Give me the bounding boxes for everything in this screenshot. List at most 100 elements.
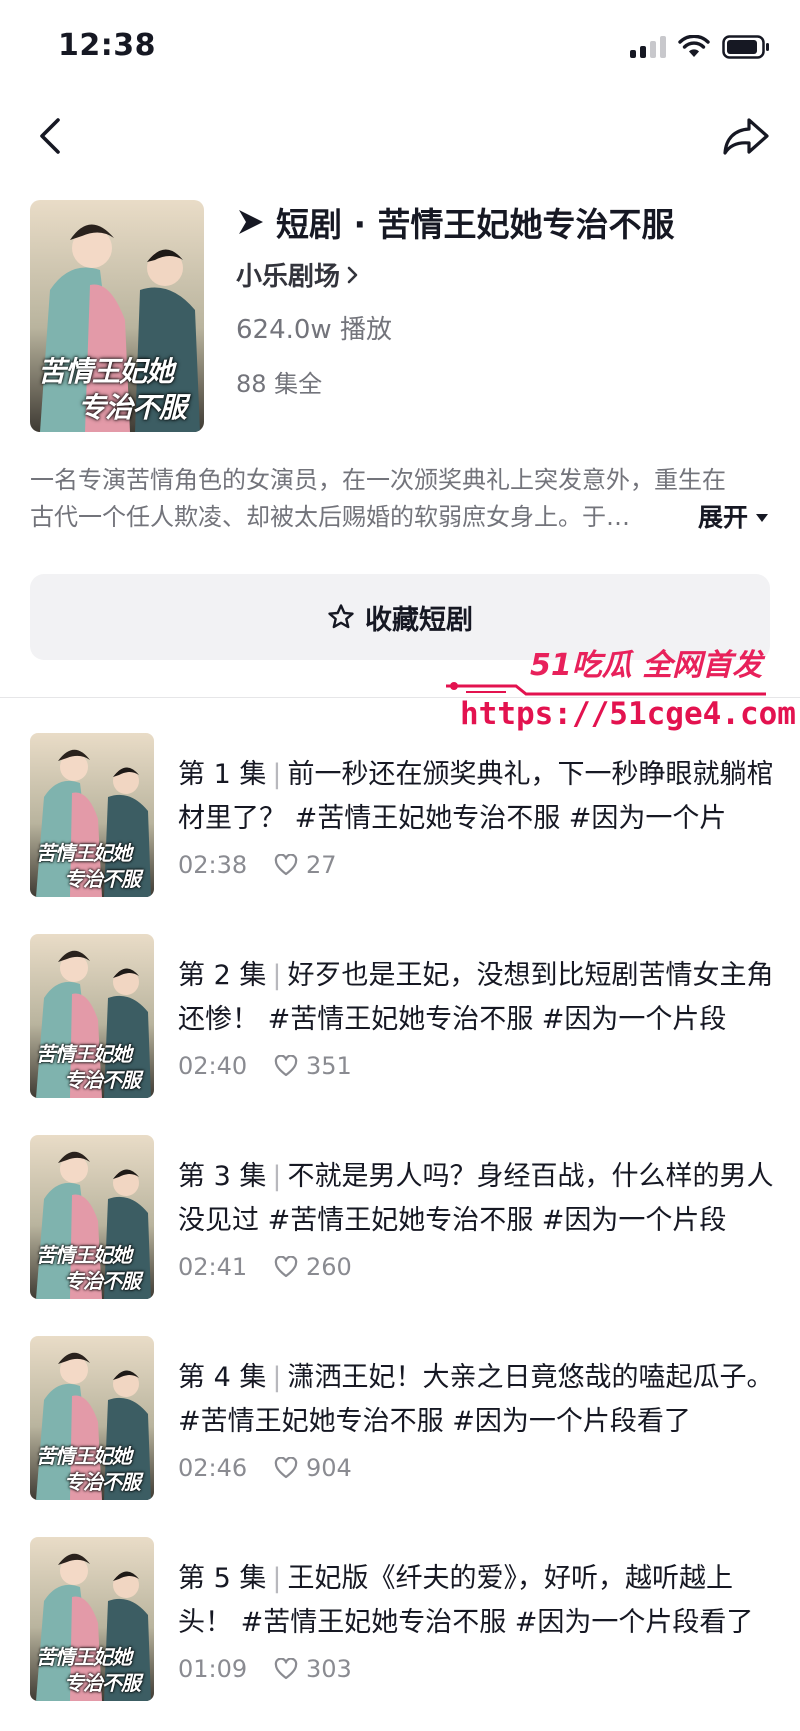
heart-icon [274, 1658, 298, 1680]
thumbnail-title-line1: 苦情王妃她 [36, 1645, 132, 1669]
thumbnail-title-line1: 苦情王妃她 [36, 1042, 132, 1066]
poster-title-line1: 苦情王妃她 [38, 355, 174, 388]
watermark-url: https://51cge4.com [460, 696, 796, 732]
thumbnail-title-line2: 专治不服 [64, 1269, 141, 1293]
thumbnail-title-line1: 苦情王妃她 [36, 841, 132, 865]
episode-item[interactable]: 苦情王妃她 专治不服 第 3 集 | 不就是男人吗？身经百战，什么样的男人没见过 #… [0, 1135, 800, 1336]
drama-header: 苦情王妃她 专治不服 短剧 · 苦情王妃她专治不服 小乐剧场 624.0w 播放… [30, 200, 770, 432]
episode-likes: 260 [274, 1253, 352, 1281]
watermark: 51吃瓜 全网首发 https://51cge4.com [446, 640, 796, 740]
studio-link[interactable]: 小乐剧场 [236, 256, 770, 293]
episode-thumbnail[interactable]: 苦情王妃她 专治不服 [30, 1336, 154, 1500]
thumbnail-title-line2: 专治不服 [64, 1671, 141, 1695]
episode-title: 第 2 集 | 好歹也是王妃，没想到比短剧苦情女主角还惨！ #苦情王妃她专治不服 #… [178, 954, 778, 1042]
heart-icon [274, 1055, 298, 1077]
status-icons [630, 32, 770, 62]
episode-likes: 303 [274, 1655, 352, 1683]
episode-likes: 904 [274, 1454, 352, 1482]
episode-meta: 02:46 904 [178, 1454, 778, 1482]
episode-number: 第 1 集 [178, 759, 267, 790]
episode-text: 第 4 集 | 潇洒王妃！大亲之日竟悠哉的嗑起瓜子。 #苦情王妃她专治不服 #因为一… [178, 1356, 778, 1482]
episode-caption: 不就是男人吗？身经百战，什么样的男人没见过 #苦情王妃她专治不服 #因为一个片段 [178, 1161, 774, 1236]
episode-title: 第 5 集 | 王妃版《纤夫的爱》，好听，越听越上头！ #苦情王妃她专治不服 #因为… [178, 1557, 778, 1645]
nav-bar [0, 100, 800, 172]
studio-name: 小乐剧场 [236, 262, 341, 292]
back-button[interactable] [26, 112, 74, 160]
separator: | [272, 1161, 282, 1192]
wifi-icon [678, 35, 710, 57]
episode-meta: 02:38 27 [178, 851, 778, 879]
title-row: 短剧 · 苦情王妃她专治不服 [236, 200, 770, 244]
separator: | [272, 960, 282, 991]
episode-title: 第 3 集 | 不就是男人吗？身经百战，什么样的男人没见过 #苦情王妃她专治不服 #… [178, 1155, 778, 1243]
poster-title-line2: 专治不服 [78, 391, 187, 424]
share-icon [723, 118, 769, 155]
like-count: 27 [306, 851, 337, 879]
episode-item[interactable]: 苦情王妃她 专治不服 第 1 集 | 前一秒还在颁奖典礼，下一秒睁眼就躺棺材里了？ … [0, 733, 800, 934]
separator: | [272, 759, 282, 790]
episode-duration: 02:38 [178, 851, 248, 879]
episode-duration: 01:09 [178, 1655, 248, 1683]
episode-item[interactable]: 苦情王妃她 专治不服 第 4 集 | 潇洒王妃！大亲之日竟悠哉的嗑起瓜子。 #苦情王… [0, 1336, 800, 1537]
episode-number: 第 2 集 [178, 960, 267, 991]
description-line-2: 古代一个任人欺凌、却被太后赐婚的软弱庶女身上。于… [30, 503, 630, 531]
episode-title: 第 4 集 | 潇洒王妃！大亲之日竟悠哉的嗑起瓜子。 #苦情王妃她专治不服 #因为一… [178, 1356, 778, 1444]
star-icon [328, 604, 354, 629]
episode-thumbnail[interactable]: 苦情王妃她 专治不服 [30, 733, 154, 897]
thumbnail-title-line1: 苦情王妃她 [36, 1444, 132, 1468]
episode-text: 第 5 集 | 王妃版《纤夫的爱》，好听，越听越上头！ #苦情王妃她专治不服 #因为… [178, 1557, 778, 1683]
episode-thumbnail[interactable]: 苦情王妃她 专治不服 [30, 1135, 154, 1299]
episode-likes: 27 [274, 851, 337, 879]
heart-icon [274, 1457, 298, 1479]
episode-duration: 02:40 [178, 1052, 248, 1080]
separator: | [272, 1362, 282, 1393]
episode-meta: 01:09 303 [178, 1655, 778, 1683]
play-count: 624.0w 播放 [236, 315, 392, 345]
episode-number: 第 5 集 [178, 1563, 267, 1594]
triangle-down-icon [756, 513, 768, 522]
watermark-top-text: 51吃瓜 全网首发 [530, 648, 763, 683]
expand-label: 展开 [697, 503, 748, 532]
expand-button[interactable]: 展开 [698, 499, 770, 536]
like-count: 303 [306, 1655, 352, 1683]
back-arrow-icon [40, 118, 60, 154]
episode-duration: 02:46 [178, 1454, 248, 1482]
battery-icon [722, 35, 769, 59]
episode-meta: 02:40 351 [178, 1052, 778, 1080]
episode-count: 88 集全 [236, 370, 323, 398]
share-button[interactable] [718, 112, 774, 160]
like-count: 351 [306, 1052, 352, 1080]
divider [0, 697, 800, 698]
episode-text: 第 2 集 | 好歹也是王妃，没想到比短剧苦情女主角还惨！ #苦情王妃她专治不服 #… [178, 954, 778, 1080]
episode-text: 第 1 集 | 前一秒还在颁奖典礼，下一秒睁眼就躺棺材里了？ #苦情王妃她专治不服 … [178, 753, 778, 879]
episode-number: 第 4 集 [178, 1362, 267, 1393]
episode-item[interactable]: 苦情王妃她 专治不服 第 5 集 | 王妃版《纤夫的爱》，好听，越听越上头！ #苦情… [0, 1537, 800, 1731]
episode-text: 第 3 集 | 不就是男人吗？身经百战，什么样的男人没见过 #苦情王妃她专治不服 #… [178, 1155, 778, 1281]
separator: | [272, 1563, 282, 1594]
like-count: 260 [306, 1253, 352, 1281]
description-line-1: 一名专演苦情角色的女演员，在一次颁奖典礼上突发意外，重生在 [30, 466, 726, 494]
thumbnail-title-line2: 专治不服 [64, 1470, 141, 1494]
short-drama-play-icon [239, 210, 263, 234]
episode-thumbnail[interactable]: 苦情王妃她 专治不服 [30, 1537, 154, 1701]
favorite-label: 收藏短剧 [365, 604, 473, 636]
episode-thumbnail[interactable]: 苦情王妃她 专治不服 [30, 934, 154, 1098]
episode-caption: 好歹也是王妃，没想到比短剧苦情女主角还惨！ #苦情王妃她专治不服 #因为一个片段 [178, 960, 774, 1035]
episode-number: 第 3 集 [178, 1161, 267, 1192]
like-count: 904 [306, 1454, 352, 1482]
heart-icon [274, 1256, 298, 1278]
cellular-signal-icon [630, 36, 666, 58]
thumbnail-title-line2: 专治不服 [64, 867, 141, 891]
status-bar: 12:38 [0, 0, 800, 96]
thumbnail-title-line1: 苦情王妃她 [36, 1243, 132, 1267]
episode-list: 苦情王妃她 专治不服 第 1 集 | 前一秒还在颁奖典礼，下一秒睁眼就躺棺材里了？ … [0, 733, 800, 1731]
episode-item[interactable]: 苦情王妃她 专治不服 第 2 集 | 好歹也是王妃，没想到比短剧苦情女主角还惨！ #… [0, 934, 800, 1135]
episode-caption: 潇洒王妃！大亲之日竟悠哉的嗑起瓜子。 #苦情王妃她专治不服 #因为一个片段看了 [178, 1362, 774, 1437]
episode-meta: 02:41 260 [178, 1253, 778, 1281]
drama-poster[interactable]: 苦情王妃她 专治不服 [30, 200, 204, 432]
drama-description: 一名专演苦情角色的女演员，在一次颁奖典礼上突发意外，重生在 古代一个任人欺凌、却… [30, 462, 770, 536]
episode-duration: 02:41 [178, 1253, 248, 1281]
status-time: 12:38 [58, 28, 156, 63]
drama-info: 短剧 · 苦情王妃她专治不服 小乐剧场 624.0w 播放 88 集全 [236, 200, 770, 399]
chevron-right-icon [347, 266, 358, 283]
